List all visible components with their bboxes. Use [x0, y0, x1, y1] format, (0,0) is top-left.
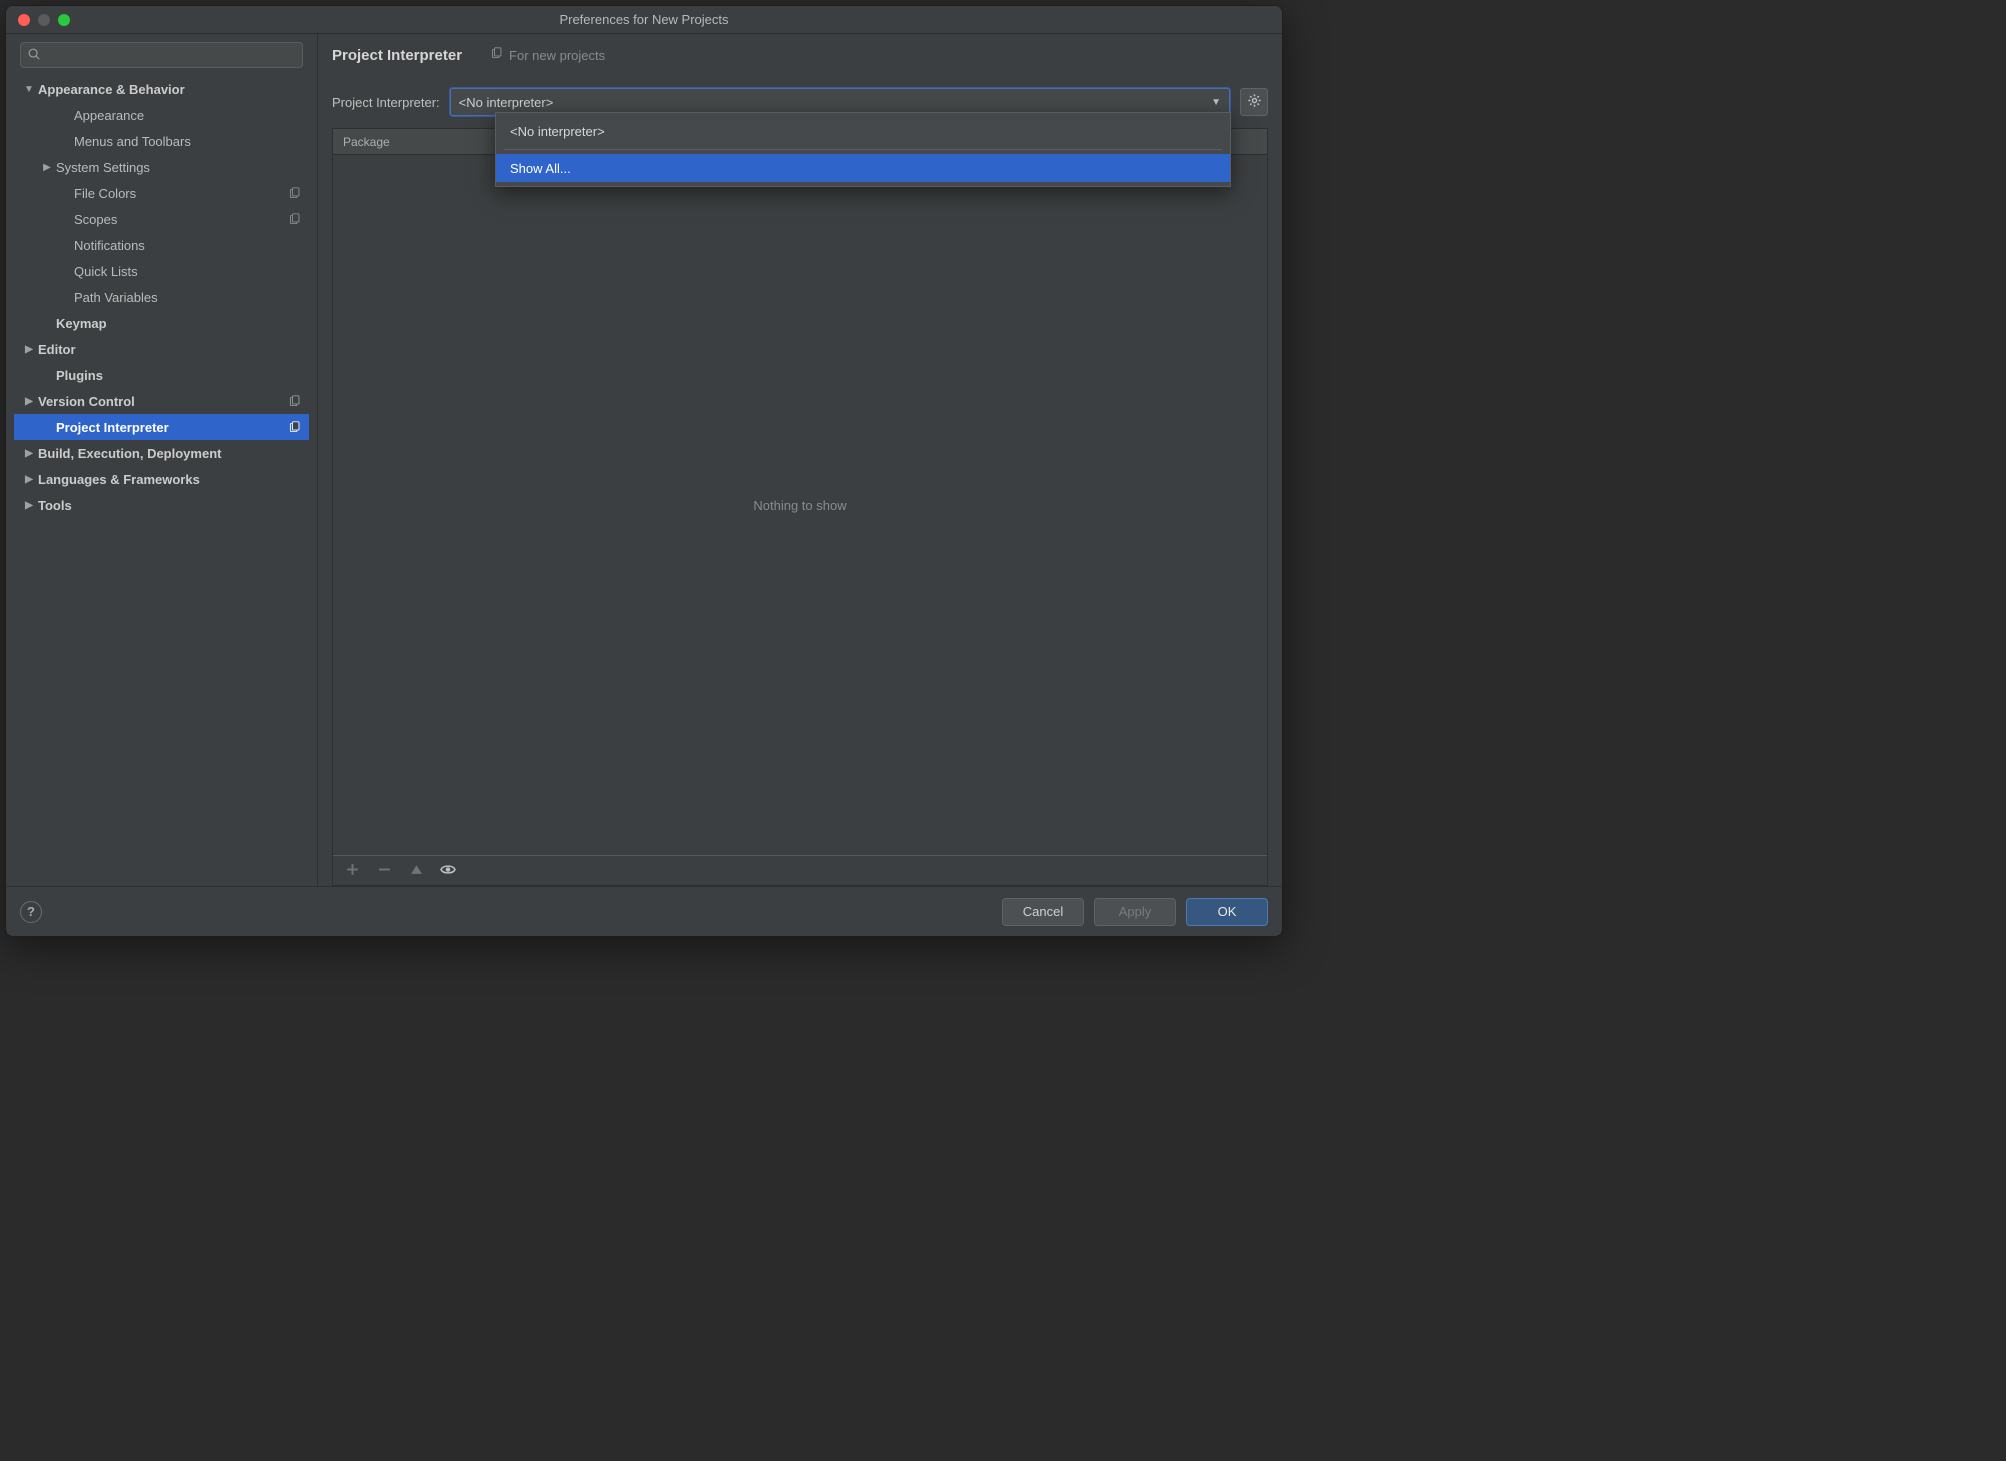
preferences-window: Preferences for New Projects ▼Appearance…: [5, 5, 1283, 937]
copy-icon: [288, 213, 301, 226]
sidebar-item-label: Project Interpreter: [56, 420, 288, 435]
sidebar-item-quick-lists[interactable]: Quick Lists: [14, 258, 309, 284]
sidebar-item-editor[interactable]: ▶Editor: [14, 336, 309, 362]
settings-search-input[interactable]: [45, 48, 296, 62]
chevron-right-icon: ▶: [20, 448, 38, 459]
plus-icon: [346, 863, 359, 879]
sidebar-item-label: Build, Execution, Deployment: [38, 446, 301, 461]
dropdown-separator: [504, 149, 1222, 150]
interpreter-dropdown: <No interpreter> Show All...: [495, 112, 1231, 187]
settings-search[interactable]: [20, 42, 303, 68]
sidebar-item-label: Plugins: [56, 368, 301, 383]
sidebar-item-label: Quick Lists: [74, 264, 301, 279]
add-package-button[interactable]: [343, 862, 361, 880]
sidebar-item-system-settings[interactable]: ▶System Settings: [14, 154, 309, 180]
sidebar-item-file-colors[interactable]: File Colors: [14, 180, 309, 206]
packages-table-body: Nothing to show: [333, 155, 1267, 855]
dropdown-option-no-interpreter[interactable]: <No interpreter>: [496, 117, 1230, 145]
sidebar-item-label: File Colors: [74, 186, 288, 201]
chevron-right-icon: ▶: [20, 500, 38, 511]
sidebar-item-appearance[interactable]: Appearance: [14, 102, 309, 128]
search-icon: [27, 47, 41, 64]
main-panel: Project Interpreter For new projects Pro…: [318, 34, 1282, 886]
sidebar-item-appearance-behavior[interactable]: ▼Appearance & Behavior: [14, 76, 309, 102]
eye-icon: [440, 863, 456, 879]
sidebar-item-label: Scopes: [74, 212, 288, 227]
upgrade-package-button[interactable]: [407, 862, 425, 880]
window-title: Preferences for New Projects: [6, 12, 1282, 27]
sidebar-item-label: Path Variables: [74, 290, 301, 305]
sidebar-item-version-control[interactable]: ▶Version Control: [14, 388, 309, 414]
sidebar-item-tools[interactable]: ▶Tools: [14, 492, 309, 518]
copy-icon: [288, 421, 301, 434]
column-package: Package: [343, 135, 390, 149]
sidebar-item-label: Notifications: [74, 238, 301, 253]
for-new-projects-text: For new projects: [509, 48, 605, 63]
apply-button[interactable]: Apply: [1094, 898, 1176, 926]
copy-icon: [288, 187, 301, 200]
help-button[interactable]: ?: [20, 901, 42, 923]
chevron-right-icon: ▶: [38, 162, 56, 173]
triangle-up-icon: [410, 863, 423, 879]
sidebar-item-path-variables[interactable]: Path Variables: [14, 284, 309, 310]
sidebar-item-label: Menus and Toolbars: [74, 134, 301, 149]
sidebar-item-label: Languages & Frameworks: [38, 472, 301, 487]
empty-state-text: Nothing to show: [753, 498, 846, 513]
sidebar: ▼Appearance & Behavior Appearance Menus an…: [6, 34, 318, 886]
chevron-right-icon: ▶: [20, 474, 38, 485]
sidebar-item-project-interpreter[interactable]: Project Interpreter: [14, 414, 309, 440]
sidebar-item-label: Editor: [38, 342, 301, 357]
show-early-releases-button[interactable]: [439, 862, 457, 880]
interpreter-current-value: <No interpreter>: [459, 95, 554, 110]
help-icon: ?: [27, 904, 35, 919]
minus-icon: [378, 863, 391, 879]
sidebar-item-menus-and-toolbars[interactable]: Menus and Toolbars: [14, 128, 309, 154]
sidebar-item-label: Appearance: [74, 108, 301, 123]
sidebar-item-build-execution-deployment[interactable]: ▶Build, Execution, Deployment: [14, 440, 309, 466]
dropdown-option-show-all[interactable]: Show All...: [496, 154, 1230, 182]
cancel-button[interactable]: Cancel: [1002, 898, 1084, 926]
for-new-projects-label: For new projects: [490, 47, 605, 63]
remove-package-button[interactable]: [375, 862, 393, 880]
copy-icon: [288, 395, 301, 408]
window-body: ▼Appearance & BehaviorAppearanceMenus an…: [6, 34, 1282, 886]
chevron-right-icon: ▶: [20, 396, 38, 407]
copy-icon: [490, 47, 503, 63]
sidebar-item-notifications[interactable]: Notifications: [14, 232, 309, 258]
sidebar-item-label: System Settings: [56, 160, 301, 175]
interpreter-label: Project Interpreter:: [332, 95, 440, 110]
chevron-right-icon: ▶: [20, 344, 38, 355]
main-header: Project Interpreter For new projects: [332, 42, 1268, 74]
sidebar-item-keymap[interactable]: Keymap: [14, 310, 309, 336]
packages-toolbar: [333, 855, 1267, 885]
sidebar-item-label: Appearance & Behavior: [38, 82, 301, 97]
sidebar-item-label: Version Control: [38, 394, 288, 409]
gear-icon: [1247, 93, 1262, 111]
footer: ? Cancel Apply OK: [6, 886, 1282, 936]
sidebar-item-languages-frameworks[interactable]: ▶Languages & Frameworks: [14, 466, 309, 492]
ok-button[interactable]: OK: [1186, 898, 1268, 926]
sidebar-item-scopes[interactable]: Scopes: [14, 206, 309, 232]
sidebar-item-label: Tools: [38, 498, 301, 513]
sidebar-item-plugins[interactable]: Plugins: [14, 362, 309, 388]
interpreter-settings-button[interactable]: [1240, 88, 1268, 116]
settings-tree: ▼Appearance & Behavior Appearance Menus an…: [14, 76, 309, 878]
page-title: Project Interpreter: [332, 47, 462, 64]
packages-table: Package Nothing to show: [332, 128, 1268, 886]
sidebar-item-label: Keymap: [56, 316, 301, 331]
titlebar: Preferences for New Projects: [6, 6, 1282, 34]
chevron-down-icon: ▼: [1211, 97, 1221, 108]
chevron-down-icon: ▼: [20, 84, 38, 95]
